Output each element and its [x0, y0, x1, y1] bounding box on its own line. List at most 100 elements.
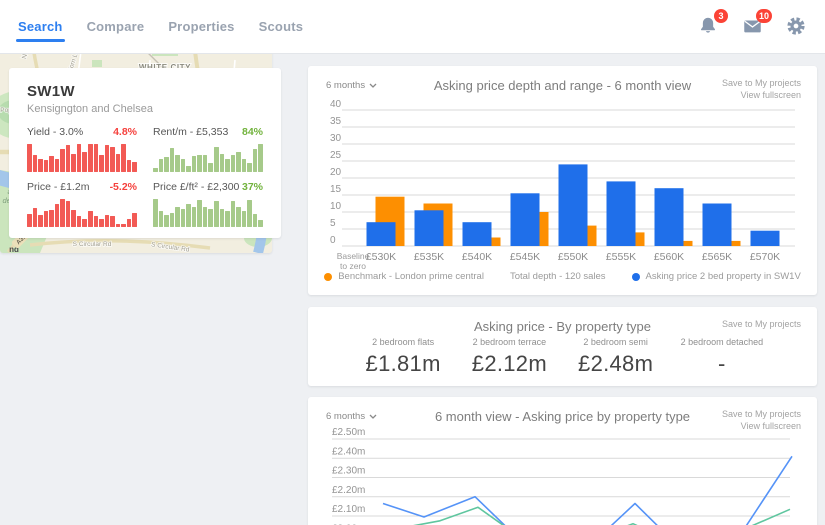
spark-bar	[214, 147, 219, 172]
asking-price-line-blue[interactable]	[382, 455, 793, 525]
benchmark-legend-label: Benchmark - London prime central	[338, 271, 484, 282]
gear-icon	[787, 16, 805, 35]
x-tick: £560K	[654, 251, 684, 263]
spark-bar	[225, 158, 230, 172]
legend-asking[interactable]: Asking price 2 bed property in SW1V	[631, 271, 801, 282]
asking-price-bar[interactable]	[702, 203, 732, 247]
nav-tabs: Search Compare Properties Scouts	[16, 0, 304, 53]
spark-bar	[27, 144, 32, 172]
tab-scouts[interactable]: Scouts	[259, 0, 304, 53]
spark-bar	[230, 201, 236, 227]
spark-bar	[49, 156, 54, 172]
asking-price-bar[interactable]	[366, 222, 396, 246]
spark-bar	[186, 166, 191, 172]
spark-bar	[32, 155, 38, 172]
save-to-projects-link[interactable]: Save to My projects	[722, 318, 801, 330]
x-tick: £540K	[462, 251, 492, 263]
metric-delta: 4.8%	[113, 126, 137, 138]
prop-panel-links: Save to My projects	[722, 318, 801, 330]
spark-bar	[180, 209, 186, 227]
asking-legend-dot	[631, 272, 640, 281]
property-type-2: 2 bedroom semi £2.48m	[563, 337, 669, 377]
tab-compare[interactable]: Compare	[87, 0, 145, 53]
y-tick: 5	[330, 218, 336, 229]
spark-bar	[49, 209, 54, 227]
y-tick: £2.40m	[332, 446, 365, 457]
spark-bar	[208, 163, 214, 172]
metric-head: Price £/ft² - £2,300 37%	[153, 181, 263, 193]
spark-bar	[236, 206, 241, 227]
spark-bar	[32, 208, 38, 227]
asking-price-bar[interactable]	[750, 230, 780, 246]
spark-bar	[104, 145, 110, 172]
y-tick: 0	[330, 235, 336, 246]
metric-label: Yield - 3.0%	[27, 126, 84, 138]
spark-bar	[169, 148, 175, 172]
y-tick: 40	[330, 99, 342, 110]
metric-delta: 37%	[241, 181, 263, 193]
asking-price-bar[interactable]	[462, 222, 492, 246]
property-type-label: 2 bedroom flats	[372, 337, 435, 347]
spark-bar	[65, 145, 71, 172]
messages-button[interactable]: 10	[741, 8, 772, 39]
metric-2: Price - £1.2m -5.2%	[27, 181, 137, 227]
spark-bar	[93, 144, 99, 172]
spark-bar	[38, 215, 43, 227]
tab-search[interactable]: Search	[16, 0, 65, 53]
legend-benchmark[interactable]: Benchmark - London prime central	[324, 271, 484, 282]
x-tick: £545K	[510, 251, 540, 263]
x-tick: £555K	[606, 251, 636, 263]
depth-bar-chart: 0510152025303540£530K £535K £540K £545K £550…	[330, 99, 795, 263]
spark-bar	[27, 213, 32, 227]
spark-bar	[164, 215, 169, 227]
spark-bar	[110, 215, 115, 227]
spark-bar	[99, 218, 104, 227]
spark-bar	[252, 213, 258, 227]
spark-bar	[93, 215, 99, 227]
y-tick: 20	[330, 167, 342, 178]
postcode-title: SW1W	[27, 83, 75, 100]
notification-badge: 3	[714, 8, 728, 23]
y-tick: 25	[330, 150, 342, 161]
spark-bar	[99, 155, 104, 172]
spark-bar	[126, 159, 132, 172]
property-type-label: 2 bedroom terrace	[472, 337, 547, 347]
asking-price-bar[interactable]	[654, 188, 684, 246]
spark-bar	[175, 154, 180, 172]
spark-bar	[71, 209, 76, 227]
tab-properties[interactable]: Properties	[168, 0, 234, 53]
spark-bar	[158, 211, 164, 227]
asking-price-bar[interactable]	[558, 164, 588, 246]
property-type-columns: 2 bedroom flats £1.81m 2 bedroom terrace £2…	[350, 337, 775, 377]
top-nav: Search Compare Properties Scouts 3 10	[0, 0, 825, 54]
asking-price-bar[interactable]	[510, 193, 540, 246]
spark-bar	[225, 211, 230, 227]
metric-head: Price - £1.2m -5.2%	[27, 181, 137, 193]
asking-price-bar[interactable]	[414, 210, 444, 246]
spark-bar	[121, 144, 126, 172]
spark-bar	[54, 204, 60, 227]
total-depth-label: Total depth - 120 sales	[509, 271, 606, 282]
spark-bar	[60, 149, 65, 172]
spark-bar	[252, 149, 258, 172]
spark-bar	[76, 215, 82, 227]
property-type-value: £2.12m	[471, 351, 547, 376]
asking-price-bar[interactable]	[606, 181, 636, 246]
spark-bar	[82, 218, 88, 227]
settings-button[interactable]	[785, 15, 809, 39]
spark-bar	[208, 209, 214, 227]
spark-bar	[247, 200, 252, 227]
metric-label: Rent/m - £5,353	[153, 126, 229, 138]
spark-bar	[219, 209, 225, 227]
spark-bar	[76, 144, 82, 172]
sparkline	[153, 198, 263, 227]
spark-bar	[54, 158, 60, 172]
metric-delta: -5.2%	[109, 181, 137, 193]
spark-bar	[153, 199, 158, 227]
spark-bar	[191, 206, 197, 227]
property-type-1: 2 bedroom terrace £2.12m	[456, 337, 562, 377]
metric-3: Price £/ft² - £2,300 37%	[153, 181, 263, 227]
spark-bar	[60, 199, 65, 227]
notifications-button[interactable]: 3	[697, 8, 728, 39]
nav-icons: 3 10	[697, 8, 809, 39]
